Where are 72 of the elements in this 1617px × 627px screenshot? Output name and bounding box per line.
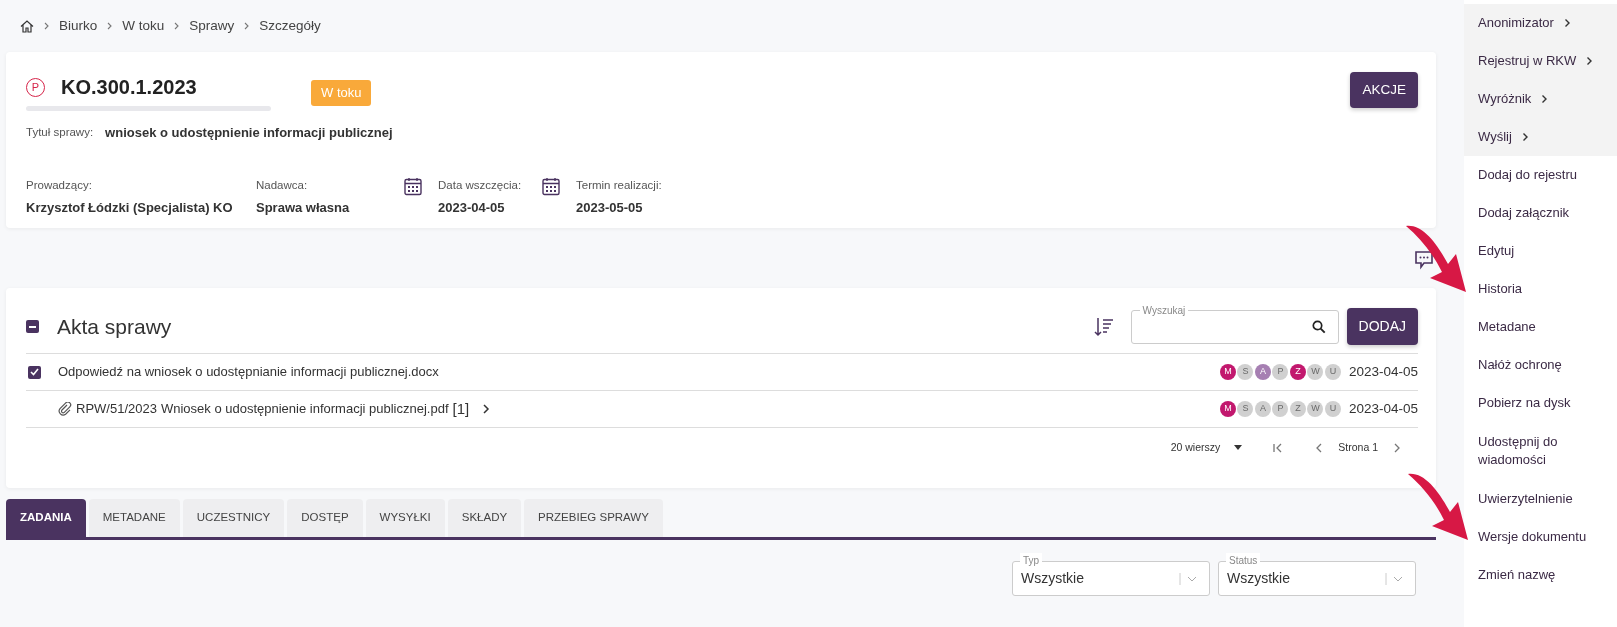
date: 2023-04-05 [1348,399,1418,418]
field-value: Krzysztof Łódzki (Specjalista) KO [26,198,233,217]
flag-badge: P [1272,401,1289,417]
field-label: Data wszczęcia: [438,177,522,193]
flag-badge: P [1272,364,1289,380]
field-value: 2023-04-05 [438,198,506,217]
caret-icon[interactable] [1234,445,1243,450]
flag-badge: M [1219,401,1236,417]
tab[interactable]: WYSYŁKI [365,499,445,537]
home-icon[interactable] [20,19,34,33]
flag-badge: M [1219,364,1236,380]
file-number: RPW/51/2023 [76,400,157,419]
flag-badge: Z [1289,401,1306,417]
menu-item[interactable]: Wyślij [1464,118,1617,156]
separator-icon [244,22,250,30]
field-value: Sprawa własna [256,198,350,217]
rows-per-page-select[interactable]: 20 wierszy [1170,439,1221,456]
field-label: Termin realizacji: [576,177,662,193]
chevron-icon [1541,94,1549,104]
breadcrumb-link[interactable]: Biurko [59,15,98,37]
calendar-icon [404,176,422,196]
separator-icon [107,22,113,30]
tab[interactable]: DOSTĘP [287,499,363,537]
menu-item[interactable]: Anonimizator [1464,4,1617,42]
file-name[interactable]: Wniosek o udostępnienie informacji publicznej.pdf [160,399,449,419]
file-name[interactable]: Odpowiedź na wniosek o udostępnianie informacji publicznej.docx [58,362,439,382]
flag-badge: U [1324,401,1341,417]
chevron-icon [1586,56,1594,66]
checkbox[interactable] [28,365,41,379]
field-label: Tytuł sprawy: [26,125,94,141]
breadcrumb-link[interactable]: W toku [122,15,165,37]
flag-badge: A [1254,401,1271,417]
tab[interactable]: ZADANIA [6,499,86,537]
tab[interactable]: UCZESTNICY [182,499,285,537]
search-icon[interactable] [1311,319,1326,334]
comment-icon[interactable] [1414,250,1434,270]
flag-badge: A [1254,364,1271,380]
breadcrumb-link[interactable]: Sprawy [189,15,235,37]
tab[interactable]: PRZEBIEG SPRAWY [524,499,663,537]
section-title: Akta sprawy [57,313,172,340]
menu-item[interactable]: Wyróżnik [1464,80,1617,118]
flag-badge: Z [1289,364,1306,380]
field-label: Nadawca: [256,177,309,193]
case-number: KO.300.1.2023 [61,75,197,100]
case-title: wniosek o udostępnienie informacji publicznej [105,124,393,142]
version-count: [1] [452,398,470,419]
sort-icon[interactable] [1092,315,1115,338]
flag-badge: W [1307,364,1324,380]
field-label: Typ [1020,553,1043,568]
field-label: Prowadzący: [26,177,93,193]
chevron-icon [1563,18,1571,28]
actions-button[interactable]: AKCJE [1350,72,1418,109]
date: 2023-04-05 [1348,362,1418,381]
calendar-icon [542,176,560,196]
add-button[interactable]: DODAJ [1346,308,1418,345]
flag-badge: W [1307,401,1324,417]
tab[interactable]: METADANE [88,499,180,537]
status-badge: W toku [311,80,372,106]
tab[interactable]: SKŁADY [447,499,522,537]
chevron-icon [1521,132,1529,142]
collapse-icon[interactable] [26,320,39,333]
field-value: 2023-05-05 [576,198,644,217]
separator-icon [174,22,180,30]
flag-badge: S [1237,401,1254,417]
chevron-icon[interactable] [481,403,492,415]
flag-badge: U [1324,364,1341,380]
separator-icon [44,22,49,30]
menu-item[interactable]: Rejestruj w RKW [1464,42,1617,80]
page-number: Strona 1 [1338,439,1378,455]
breadcrumb-current: Szczegóły [259,16,321,35]
next-page-icon[interactable] [1392,441,1402,454]
flag-badge: S [1237,364,1254,380]
